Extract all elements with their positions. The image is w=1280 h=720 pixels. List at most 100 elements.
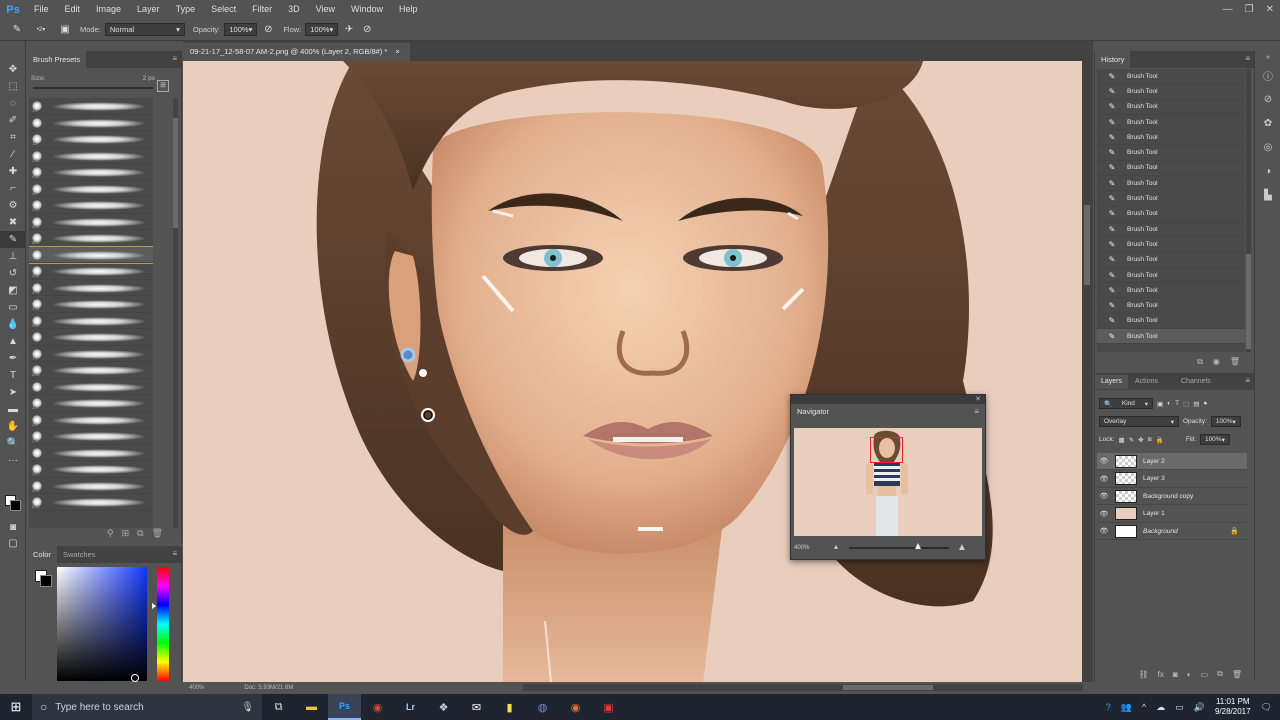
discord-icon[interactable]: ◍ — [526, 694, 559, 720]
layer-name[interactable]: Layer 1 — [1143, 510, 1165, 517]
doc-size-readout[interactable]: Doc: 5.93M/21.6M — [244, 685, 293, 691]
task-view-icon[interactable]: ⧉ — [262, 694, 295, 720]
fill-input[interactable]: 100% ▾ — [1199, 434, 1230, 445]
history-item[interactable]: ✎ Brush Tool — [1097, 298, 1245, 314]
hue-marker[interactable] — [152, 603, 156, 609]
scrollbar-thumb[interactable] — [1084, 205, 1090, 285]
menu-file[interactable]: File — [26, 0, 57, 19]
brush-preset-item[interactable] — [29, 329, 153, 346]
help-icon[interactable]: ? — [1106, 702, 1111, 712]
layer-row[interactable]: 👁 Background 🔒 — [1097, 523, 1247, 540]
navigator-zoom-slider[interactable] — [849, 547, 949, 549]
restore-icon[interactable]: ❐ — [1245, 4, 1254, 15]
menu-window[interactable]: Window — [343, 0, 391, 19]
layer-name[interactable]: Background copy — [1143, 493, 1193, 500]
shape-tool-icon[interactable]: ▬ — [0, 401, 26, 418]
new-document-from-state-icon[interactable]: ⧉ — [1197, 357, 1203, 367]
visibility-eye-icon[interactable]: 👁 — [1097, 527, 1111, 535]
new-preset-icon[interactable]: ⊞ — [157, 80, 169, 92]
brush-preset-item[interactable]: 300 — [29, 148, 153, 164]
lock-all-icon[interactable]: 🔒 — [1156, 436, 1164, 444]
gradient-tool-icon[interactable]: ▭ — [0, 299, 26, 316]
history-item[interactable]: ✎ Brush Tool — [1097, 84, 1245, 100]
layer-thumbnail[interactable] — [1115, 524, 1137, 538]
lightroom-icon[interactable]: Lr — [394, 694, 427, 720]
brush-preset-item[interactable]: 212 — [29, 428, 153, 445]
brush-preset-item[interactable]: 400 — [29, 164, 153, 181]
eraser-tool-icon[interactable]: ◩ — [0, 282, 26, 299]
airbrush-icon[interactable]: ✈ — [342, 23, 356, 37]
history-item[interactable]: ✎ Brush Tool — [1097, 115, 1245, 131]
navigator-zoom-readout[interactable]: 400% — [794, 545, 809, 551]
history-item[interactable]: ✎ Brush Tool — [1097, 145, 1245, 161]
type-tool-icon[interactable]: T — [0, 367, 26, 384]
brush-preset-item[interactable]: 129 — [29, 296, 153, 313]
brush-preset-item[interactable]: 187 — [29, 461, 153, 478]
history-item[interactable]: ✎ Brush Tool — [1097, 314, 1245, 330]
add-mask-icon[interactable]: ◙ — [1173, 670, 1178, 679]
history-brush-tool-icon[interactable]: ↺ — [0, 265, 26, 282]
lock-artboard-icon[interactable]: ⧈ — [1148, 436, 1152, 444]
snapshot-icon[interactable]: ◉ — [1213, 357, 1220, 366]
brush-preset-item[interactable]: 500 — [29, 362, 153, 379]
brush-preset-item[interactable]: 535 — [29, 494, 153, 511]
brush-preset-item[interactable]: 40 — [29, 181, 153, 197]
brush-panel-toggle-icon[interactable]: ▣ — [58, 23, 72, 37]
slider-thumb[interactable] — [915, 543, 921, 549]
collapse-icon[interactable]: » — [1255, 51, 1280, 63]
brush-preset-item[interactable] — [29, 379, 153, 395]
notifications-icon[interactable]: 🗨 — [1261, 702, 1272, 713]
close-icon[interactable]: ✕ — [1266, 4, 1274, 15]
move-tool-icon[interactable]: ✥ — [0, 61, 26, 78]
steam-icon[interactable]: ❖ — [427, 694, 460, 720]
brush-preset-item[interactable]: 19 — [29, 98, 153, 115]
history-item[interactable]: ✎ Brush Tool — [1097, 100, 1245, 115]
lock-image-icon[interactable]: ✎ — [1129, 436, 1134, 444]
history-item[interactable]: ✎ Brush Tool — [1097, 176, 1245, 192]
filter-toggle-icon[interactable]: ● — [1203, 400, 1207, 407]
brush-preset-item[interactable]: 13 — [29, 131, 153, 148]
layer-name[interactable]: Layer 3 — [1143, 475, 1165, 482]
menu-edit[interactable]: Edit — [57, 0, 89, 19]
tab-channels[interactable]: Channels — [1175, 375, 1217, 389]
hand-tool-icon[interactable]: ✋ — [0, 418, 26, 435]
tab-brush-presets[interactable]: Brush Presets — [27, 51, 87, 68]
brush-preset-item[interactable] — [29, 115, 153, 131]
history-item[interactable]: ✎ Brush Tool — [1097, 268, 1245, 284]
photoshop-taskbar-icon[interactable]: Ps — [328, 694, 361, 720]
color-wheel-icon[interactable]: ✿ — [1255, 111, 1280, 135]
media-app-icon[interactable]: ▣ — [592, 694, 625, 720]
layer-row[interactable]: 👁 Layer 2 — [1097, 453, 1247, 470]
healing-brush-tool-icon[interactable]: ✚ — [0, 163, 26, 180]
link-layers-icon[interactable]: ⛓ — [1138, 670, 1148, 679]
brush-preset-item[interactable]: 200 — [29, 214, 153, 230]
brush-preset-item[interactable]: 371 — [29, 478, 153, 494]
panel-drag-bar[interactable] — [791, 395, 985, 404]
microphone-icon[interactable]: 🎙 — [241, 702, 254, 713]
menu-select[interactable]: Select — [203, 0, 244, 19]
lock-transparent-icon[interactable]: ▦ — [1119, 436, 1125, 444]
histogram-icon[interactable]: ▙ — [1255, 183, 1280, 207]
people-icon[interactable]: 👥 — [1121, 702, 1132, 713]
grid-view-icon[interactable]: ⊞ — [122, 528, 130, 539]
mode-select[interactable]: Normal ▾ — [104, 23, 185, 36]
canvas[interactable] — [183, 61, 1082, 682]
menu-filter[interactable]: Filter — [244, 0, 280, 19]
fx-icon[interactable]: fx — [1158, 670, 1164, 679]
tab-color[interactable]: Color — [27, 546, 57, 563]
tab-history[interactable]: History — [1095, 51, 1131, 68]
paths-icon[interactable]: ◎ — [1255, 135, 1280, 159]
history-item[interactable]: ✎ Brush Tool — [1097, 207, 1245, 222]
zoom-readout[interactable]: 400% — [189, 685, 204, 691]
layer-thumbnail[interactable] — [1115, 454, 1137, 468]
scrollbar-thumb[interactable] — [843, 685, 933, 690]
adjustments-icon[interactable]: ⊘ — [1255, 87, 1280, 111]
toggle-brush-panel-icon[interactable]: ⚲ — [107, 528, 114, 539]
size-slider[interactable] — [33, 87, 153, 89]
brush-preset-item[interactable]: 476 — [29, 280, 153, 296]
clock[interactable]: 11:01 PM 9/28/2017 — [1215, 697, 1251, 717]
crop-tool-icon[interactable]: ⌗ — [0, 129, 26, 146]
new-layer-icon[interactable]: ⧉ — [1217, 669, 1223, 679]
menu-help[interactable]: Help — [391, 0, 426, 19]
trash-icon[interactable]: 🗑 — [1232, 670, 1242, 679]
